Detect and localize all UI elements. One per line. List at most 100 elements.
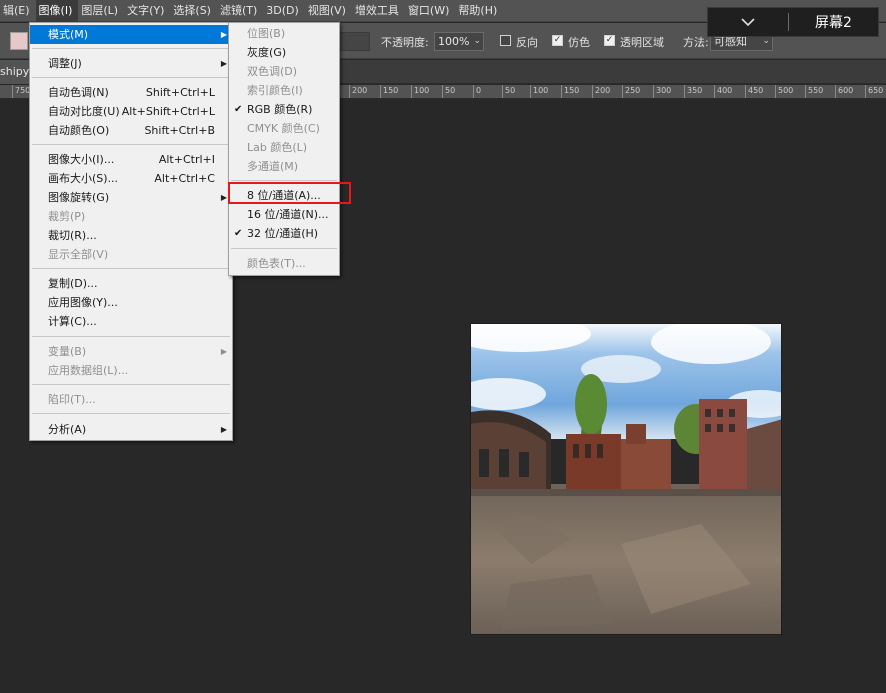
menu-item-label: 自动色调(N) <box>48 86 109 99</box>
ruler-label: 200 <box>349 85 367 98</box>
menu-3d[interactable]: 3D(D) <box>263 0 305 22</box>
menu-item-label: 颜色表(T)... <box>247 257 306 270</box>
mode-item-16-bits[interactable]: 16 位/通道(N)... <box>229 205 339 224</box>
menu-item-label: 裁切(R)... <box>48 229 97 242</box>
menu-item-duplicate[interactable]: 复制(D)... <box>30 274 232 293</box>
screen-label: 屏幕2 <box>815 15 852 31</box>
menu-filter[interactable]: 滤镜(T) <box>217 0 263 22</box>
mode-item-bitmap[interactable]: 位图(B) <box>229 24 339 43</box>
chevron-down-icon[interactable] <box>708 13 788 31</box>
chevron-down-icon: ⌄ <box>473 36 481 46</box>
submenu-arrow-icon: ▶ <box>220 347 227 356</box>
menu-item-label: 图像旋转(G) <box>48 191 110 204</box>
menu-item-trim[interactable]: 裁切(R)... <box>30 226 232 245</box>
menu-item-label: 调整(J) <box>48 57 82 70</box>
menu-window[interactable]: 窗口(W) <box>405 0 455 22</box>
menu-item-apply-data-set[interactable]: 应用数据组(L)... <box>30 361 232 380</box>
opacity-field[interactable]: 100% ⌄ <box>434 32 484 51</box>
document-canvas-image[interactable] <box>470 323 782 635</box>
mode-item-32-bits[interactable]: ✔ 32 位/通道(H) <box>229 224 339 243</box>
photoshop-window: 辑(E) 图像(I) 图层(L) 文字(Y) 选择(S) 滤镜(T) 3D(D)… <box>0 0 886 693</box>
menu-separator <box>32 413 230 414</box>
menu-item-shortcut: Alt+Ctrl+C <box>154 172 215 185</box>
screen-switcher[interactable]: 屏幕2 <box>707 7 879 37</box>
method-label: 方法: <box>683 36 709 49</box>
ruler-label: 750 <box>12 85 30 98</box>
menu-plugins[interactable]: 增效工具 <box>352 0 405 22</box>
menu-separator <box>32 384 230 385</box>
ruler-label: 150 <box>561 85 579 98</box>
dither-label: 仿色 <box>568 36 590 49</box>
menu-item-mode[interactable]: 模式(M) ▶ <box>30 25 232 44</box>
menu-item-label: Lab 颜色(L) <box>247 141 308 154</box>
menu-edit[interactable]: 辑(E) <box>0 0 36 22</box>
mode-item-duotone[interactable]: 双色调(D) <box>229 62 339 81</box>
menu-separator <box>32 48 230 49</box>
menu-item-label: 图像大小(I)... <box>48 153 115 166</box>
menu-select[interactable]: 选择(S) <box>170 0 217 22</box>
ruler-label: 450 <box>745 85 763 98</box>
ruler-label: 150 <box>380 85 398 98</box>
menu-item-label: CMYK 颜色(C) <box>247 122 320 135</box>
menu-separator <box>231 180 337 181</box>
menu-layer[interactable]: 图层(L) <box>78 0 124 22</box>
menu-item-variables[interactable]: 变量(B) ▶ <box>30 342 232 361</box>
mode-item-color-table[interactable]: 颜色表(T)... <box>229 254 339 273</box>
submenu-arrow-icon: ▶ <box>220 30 227 39</box>
menu-item-canvas-size[interactable]: 画布大小(S)... Alt+Ctrl+C <box>30 169 232 188</box>
ruler-label: 100 <box>530 85 548 98</box>
menu-item-label: 多通道(M) <box>247 160 299 173</box>
transparency-checkbox[interactable]: ✓ <box>604 35 615 46</box>
menu-item-image-rotation[interactable]: 图像旋转(G) ▶ <box>30 188 232 207</box>
ruler-label: 200 <box>592 85 610 98</box>
menu-help[interactable]: 帮助(H) <box>455 0 503 22</box>
menu-item-auto-tone[interactable]: 自动色调(N) Shift+Ctrl+L <box>30 83 232 102</box>
ruler-label: 500 <box>775 85 793 98</box>
menu-item-label: 模式(M) <box>48 28 89 41</box>
mode-item-cmyk-color[interactable]: CMYK 颜色(C) <box>229 119 339 138</box>
menu-item-analysis[interactable]: 分析(A) ▶ <box>30 420 232 439</box>
menu-item-apply-image[interactable]: 应用图像(Y)... <box>30 293 232 312</box>
ruler-label: 650 <box>865 85 883 98</box>
mode-submenu: 位图(B) 灰度(G) 双色调(D) 索引颜色(I) ✔ RGB 颜色(R) C… <box>228 22 340 276</box>
menu-separator <box>32 268 230 269</box>
ruler-label: 0 <box>473 85 481 98</box>
mode-item-grayscale[interactable]: 灰度(G) <box>229 43 339 62</box>
ruler-label: 50 <box>442 85 455 98</box>
mode-item-multichannel[interactable]: 多通道(M) <box>229 157 339 176</box>
transparency-label: 透明区域 <box>620 36 664 49</box>
menu-item-label: 变量(B) <box>48 345 87 358</box>
menu-item-crop[interactable]: 裁剪(P) <box>30 207 232 226</box>
menu-item-label: 复制(D)... <box>48 277 98 290</box>
menu-item-shortcut: Shift+Ctrl+L <box>145 86 215 99</box>
dither-checkbox[interactable]: ✓ <box>552 35 563 46</box>
mode-item-indexed-color[interactable]: 索引颜色(I) <box>229 81 339 100</box>
ruler-label: 100 <box>411 85 429 98</box>
menu-item-label: 计算(C)... <box>48 315 97 328</box>
menu-item-label: 自动颜色(O) <box>48 124 110 137</box>
menu-item-image-size[interactable]: 图像大小(I)... Alt+Ctrl+I <box>30 150 232 169</box>
opacity-value: 100% <box>438 35 470 48</box>
menu-item-calculations[interactable]: 计算(C)... <box>30 312 232 331</box>
menu-item-label: 应用图像(Y)... <box>48 296 118 309</box>
mode-item-lab-color[interactable]: Lab 颜色(L) <box>229 138 339 157</box>
menu-item-adjustments[interactable]: 调整(J) ▶ <box>30 54 232 73</box>
gradient-swatch[interactable] <box>10 32 28 50</box>
menu-item-label: 应用数据组(L)... <box>48 364 129 377</box>
menu-view[interactable]: 视图(V) <box>305 0 352 22</box>
menu-item-label: 位图(B) <box>247 27 286 40</box>
mode-item-rgb-color[interactable]: ✔ RGB 颜色(R) <box>229 100 339 119</box>
ruler-label: 50 <box>502 85 515 98</box>
menu-item-trap[interactable]: 陷印(T)... <box>30 390 232 409</box>
reverse-checkbox[interactable] <box>500 35 511 46</box>
menu-item-auto-color[interactable]: 自动颜色(O) Shift+Ctrl+B <box>30 121 232 140</box>
submenu-arrow-icon: ▶ <box>220 425 227 434</box>
menu-image[interactable]: 图像(I) <box>35 0 79 22</box>
menu-item-reveal-all[interactable]: 显示全部(V) <box>30 245 232 264</box>
menu-item-auto-contrast[interactable]: 自动对比度(U) Alt+Shift+Ctrl+L <box>30 102 232 121</box>
menu-item-label: 裁剪(P) <box>48 210 86 223</box>
menu-separator <box>32 77 230 78</box>
menu-item-label: 陷印(T)... <box>48 393 96 406</box>
menu-separator <box>32 144 230 145</box>
menu-type[interactable]: 文字(Y) <box>124 0 170 22</box>
